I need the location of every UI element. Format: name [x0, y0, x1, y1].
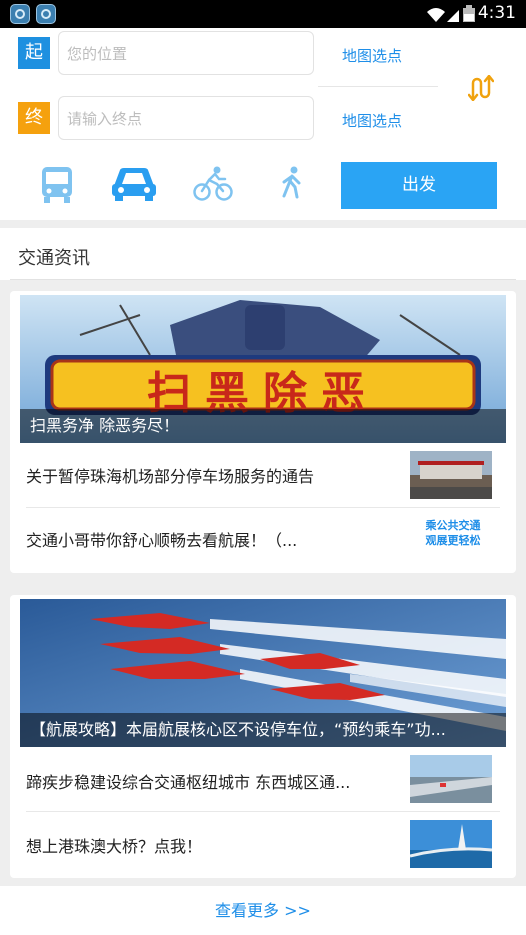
- section-title: 交通资讯: [18, 248, 90, 269]
- news-section-header: 交通资讯: [0, 228, 526, 280]
- list-item[interactable]: 蹄疾步稳建设综合交通枢纽城市 东西城区通...: [20, 747, 506, 811]
- end-tag: 终: [18, 102, 50, 134]
- start-input[interactable]: 您的位置: [58, 31, 314, 75]
- signal-icons: [427, 5, 475, 22]
- news-thumbnail: 乘公共交通 观展更轻松: [412, 518, 494, 548]
- news-item-title: 交通小哥带你舒心顺畅去看航展！（...: [26, 531, 298, 550]
- start-tag: 起: [18, 37, 50, 69]
- list-item[interactable]: 关于暂停珠海机场部分停车场服务的通告: [20, 443, 506, 507]
- bus-icon[interactable]: [40, 166, 74, 204]
- route-panel: 起 您的位置 地图选点 终 请输入终点 地图选点 出发: [0, 28, 526, 220]
- end-input[interactable]: 请输入终点: [58, 96, 314, 140]
- list-item[interactable]: 交通小哥带你舒心顺畅去看航展！（... 乘公共交通 观展更轻松: [20, 508, 506, 572]
- thumb-text: 观展更轻松: [425, 534, 481, 547]
- car-icon[interactable]: [110, 166, 158, 202]
- see-more-link[interactable]: 查看更多 >>: [0, 886, 526, 935]
- bike-icon[interactable]: [193, 166, 233, 202]
- news-banner[interactable]: 扫黑除恶 扫黑务净 除恶务尽！: [20, 295, 506, 443]
- news-banner[interactable]: 【航展攻略】本届航展核心区不设停车位，“预约乘车”功...: [20, 599, 506, 747]
- list-item[interactable]: 想上港珠澳大桥？点我！: [20, 812, 506, 876]
- news-item-title: 想上港珠澳大桥？点我！: [26, 837, 203, 856]
- news-card: 扫黑除恶 扫黑务净 除恶务尽！ 关于暂停珠海机场部分停车场服务的通告 交通小哥带…: [10, 291, 516, 573]
- status-bar: 4:31: [0, 0, 526, 28]
- start-map-select-link[interactable]: 地图选点: [342, 45, 402, 66]
- news-thumbnail: [410, 755, 492, 803]
- walk-icon[interactable]: [280, 166, 304, 200]
- news-thumbnail: [410, 820, 492, 868]
- app-notification-icon: [10, 4, 30, 24]
- app-notification-icon: [36, 4, 56, 24]
- news-card: 【航展攻略】本届航展核心区不设停车位，“预约乘车”功... 蹄疾步稳建设综合交通…: [10, 595, 516, 878]
- go-button[interactable]: 出发: [341, 162, 497, 209]
- divider: [10, 279, 516, 280]
- end-map-select-link[interactable]: 地图选点: [342, 110, 402, 131]
- clock: 4:31: [477, 3, 516, 23]
- news-item-title: 关于暂停珠海机场部分停车场服务的通告: [26, 467, 315, 486]
- swap-route-icon[interactable]: [468, 75, 494, 101]
- news-item-title: 蹄疾步稳建设综合交通枢纽城市 东西城区通...: [26, 773, 351, 792]
- divider: [318, 86, 438, 87]
- banner-caption: 扫黑务净 除恶务尽！: [20, 409, 506, 443]
- banner-caption: 【航展攻略】本届航展核心区不设停车位，“预约乘车”功...: [20, 713, 506, 747]
- thumb-text: 乘公共交通: [425, 519, 481, 532]
- news-thumbnail: [410, 451, 492, 499]
